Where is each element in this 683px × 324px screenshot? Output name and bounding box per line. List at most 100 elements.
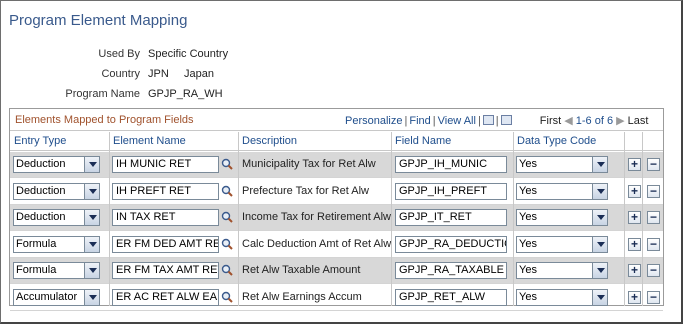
column-header-row: Entry Type Element Name Description Fiel… bbox=[10, 132, 663, 151]
plus-icon: + bbox=[630, 157, 638, 171]
chevron-down-icon[interactable] bbox=[84, 157, 99, 172]
element-name-value: IH PREFT RET bbox=[116, 184, 191, 197]
grid-navigation: Personalize | Find | View All | | First ◀ 1-6 … bbox=[345, 115, 649, 127]
magnifier-icon[interactable] bbox=[221, 158, 233, 170]
field-name-field[interactable]: GPJP_IH_PREFT bbox=[395, 182, 507, 200]
entry-type-value: Deduction bbox=[16, 184, 66, 197]
add-row-button[interactable]: + bbox=[628, 289, 641, 304]
chevron-down-icon[interactable] bbox=[84, 183, 99, 199]
first-arrow-icon: ◀ bbox=[564, 115, 573, 127]
entry-type-select[interactable]: Deduction bbox=[13, 209, 100, 226]
element-name-field[interactable]: IH MUNIC RET bbox=[112, 156, 219, 173]
add-row-button[interactable]: + bbox=[628, 264, 641, 277]
plus-icon: + bbox=[630, 289, 638, 304]
entry-type-value: Formula bbox=[16, 264, 57, 276]
element-name-field[interactable]: ER AC RET ALW EARN bbox=[112, 288, 219, 306]
first-label: First bbox=[539, 115, 562, 127]
element-name-field[interactable]: IN TAX RET bbox=[112, 209, 219, 226]
element-name-value: IH MUNIC RET bbox=[116, 158, 192, 170]
data-type-select[interactable]: Yes bbox=[516, 235, 608, 253]
find-link[interactable]: Find bbox=[409, 115, 430, 127]
plus-icon: + bbox=[630, 210, 638, 224]
country-code: JPN bbox=[148, 68, 169, 80]
col-entry-type[interactable]: Entry Type bbox=[14, 135, 66, 147]
view-all-link[interactable]: View All bbox=[438, 115, 476, 127]
element-name-value: ER AC RET ALW EARN bbox=[116, 290, 218, 303]
col-element-name[interactable]: Element Name bbox=[113, 135, 186, 147]
plus-icon: + bbox=[630, 183, 638, 198]
field-name-value: GPJP_IH_PREFT bbox=[399, 184, 488, 197]
chevron-down-icon[interactable] bbox=[592, 157, 607, 172]
data-type-value: Yes bbox=[519, 237, 537, 250]
minus-icon: − bbox=[649, 289, 657, 304]
chevron-down-icon[interactable] bbox=[592, 263, 607, 278]
delete-row-button[interactable]: − bbox=[647, 211, 660, 224]
delete-row-button[interactable]: − bbox=[647, 183, 660, 198]
delete-row-button[interactable]: − bbox=[647, 158, 660, 171]
entry-type-select[interactable]: Deduction bbox=[13, 156, 100, 173]
data-type-select[interactable]: Yes bbox=[516, 288, 608, 306]
add-row-button[interactable]: + bbox=[628, 236, 641, 251]
entry-type-select[interactable]: Accumulator bbox=[13, 288, 100, 306]
field-name-field[interactable]: GPJP_IT_RET bbox=[395, 209, 507, 226]
data-type-select[interactable]: Yes bbox=[516, 182, 608, 200]
chevron-down-icon[interactable] bbox=[592, 183, 607, 199]
used-by-label: Used By bbox=[98, 48, 140, 60]
chevron-down-icon[interactable] bbox=[84, 210, 99, 225]
entry-type-select[interactable]: Formula bbox=[13, 235, 100, 253]
magnifier-icon[interactable] bbox=[221, 291, 233, 303]
grid-title: Elements Mapped to Program Fields bbox=[15, 114, 194, 126]
entry-type-select[interactable]: Formula bbox=[13, 262, 100, 279]
col-divider bbox=[642, 132, 643, 306]
data-type-select[interactable]: Yes bbox=[516, 156, 608, 173]
entry-type-value: Deduction bbox=[16, 158, 66, 170]
add-row-button[interactable]: + bbox=[628, 183, 641, 198]
plus-icon: + bbox=[630, 236, 638, 251]
data-type-select[interactable]: Yes bbox=[516, 262, 608, 279]
field-name-field[interactable]: GPJP_RET_ALW bbox=[395, 288, 507, 306]
personalize-link[interactable]: Personalize bbox=[345, 115, 402, 127]
row-range: 1-6 of 6 bbox=[575, 115, 614, 127]
col-divider bbox=[513, 132, 514, 306]
magnifier-icon[interactable] bbox=[221, 185, 233, 197]
col-divider bbox=[109, 132, 110, 306]
col-data-type-code[interactable]: Data Type Code bbox=[517, 135, 596, 147]
data-type-value: Yes bbox=[519, 290, 537, 303]
element-name-field[interactable]: ER FM TAX AMT RET bbox=[112, 262, 219, 279]
program-name-label: Program Name bbox=[65, 88, 140, 100]
magnifier-icon[interactable] bbox=[221, 238, 233, 250]
field-name-field[interactable]: GPJP_RA_DEDUCTION bbox=[395, 235, 507, 253]
country-name: Japan bbox=[184, 68, 214, 80]
zoom-grid-icon[interactable] bbox=[482, 115, 494, 125]
entry-type-select[interactable]: Deduction bbox=[13, 182, 100, 200]
entry-type-value: Accumulator bbox=[16, 290, 78, 303]
field-name-value: GPJP_IH_MUNIC bbox=[399, 158, 488, 170]
last-label: Last bbox=[627, 115, 649, 127]
col-field-name[interactable]: Field Name bbox=[395, 135, 451, 147]
data-type-value: Yes bbox=[519, 264, 537, 276]
chevron-down-icon[interactable] bbox=[84, 263, 99, 278]
description-text: Ret Alw Taxable Amount bbox=[242, 264, 361, 276]
delete-row-button[interactable]: − bbox=[647, 289, 660, 304]
delete-row-button[interactable]: − bbox=[647, 264, 660, 277]
chevron-down-icon[interactable] bbox=[592, 289, 607, 305]
minus-icon: − bbox=[649, 183, 657, 198]
minus-icon: − bbox=[649, 210, 657, 224]
chevron-down-icon[interactable] bbox=[84, 289, 99, 305]
chevron-down-icon[interactable] bbox=[592, 210, 607, 225]
col-description[interactable]: Description bbox=[242, 135, 297, 147]
chevron-down-icon[interactable] bbox=[592, 236, 607, 252]
download-icon[interactable] bbox=[500, 115, 512, 125]
add-row-button[interactable]: + bbox=[628, 158, 641, 171]
data-type-select[interactable]: Yes bbox=[516, 209, 608, 226]
magnifier-icon[interactable] bbox=[221, 264, 233, 276]
magnifier-icon[interactable] bbox=[221, 211, 233, 223]
element-name-field[interactable]: ER FM DED AMT RET bbox=[112, 235, 219, 253]
chevron-down-icon[interactable] bbox=[84, 236, 99, 252]
field-name-field[interactable]: GPJP_IH_MUNIC bbox=[395, 156, 507, 173]
add-row-button[interactable]: + bbox=[628, 211, 641, 224]
data-type-value: Yes bbox=[519, 158, 537, 170]
delete-row-button[interactable]: − bbox=[647, 237, 660, 251]
element-name-field[interactable]: IH PREFT RET bbox=[112, 182, 219, 200]
field-name-field[interactable]: GPJP_RA_TAXABLE bbox=[395, 262, 507, 279]
